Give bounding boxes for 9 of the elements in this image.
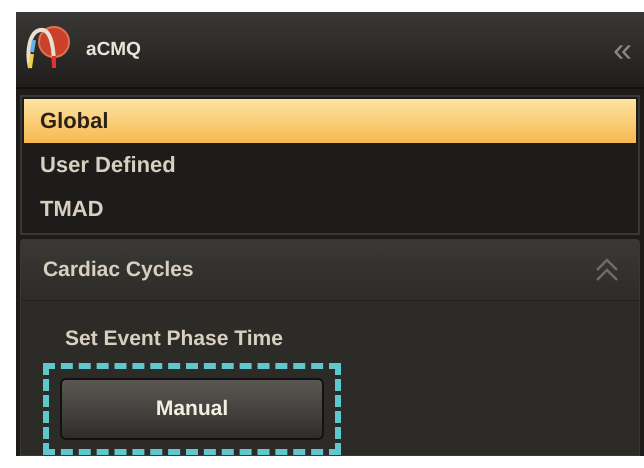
field-label: Set Event Phase Time	[65, 327, 283, 351]
collapse-button[interactable]: «	[609, 32, 636, 66]
list-item[interactable]: User Defined	[24, 143, 636, 187]
section-title: Cardiac Cycles	[43, 258, 195, 282]
app-title: aCMQ	[86, 38, 142, 60]
manual-button[interactable]: Manual	[60, 378, 324, 440]
list-item[interactable]: Global	[24, 99, 636, 143]
list-item[interactable]: TMAD	[24, 187, 636, 231]
section-header[interactable]: Cardiac Cycles	[21, 240, 639, 301]
